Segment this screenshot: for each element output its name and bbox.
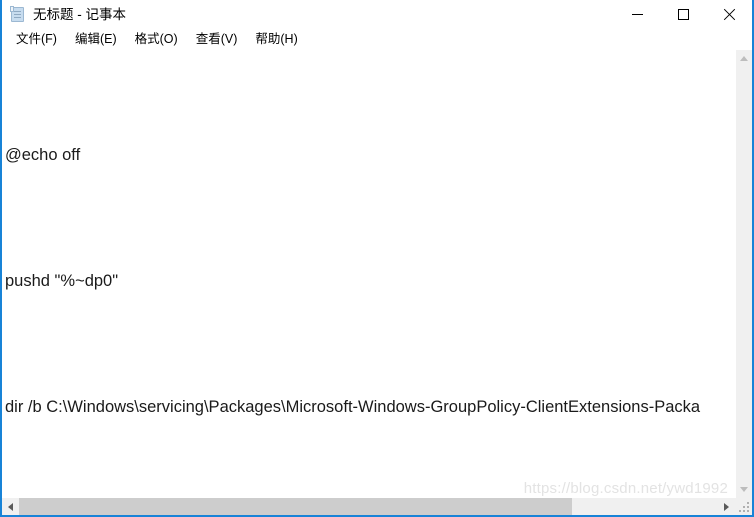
chevron-right-icon (724, 502, 729, 511)
close-button[interactable] (706, 0, 752, 29)
menu-item-help[interactable]: 帮助(H) (246, 29, 306, 50)
scroll-left-button[interactable] (2, 498, 19, 515)
editor-line: @echo off (5, 146, 81, 164)
text-editor-area[interactable]: @echo off pushd "%~dp0" dir /b C:\Window… (2, 50, 735, 498)
title-bar[interactable]: 无标题 - 记事本 (2, 0, 752, 29)
menu-item-file[interactable]: 文件(F) (7, 29, 66, 50)
chevron-left-icon (8, 502, 13, 511)
menu-item-edit[interactable]: 编辑(E) (66, 29, 126, 50)
horizontal-scrollbar[interactable] (2, 498, 735, 515)
chevron-up-icon (740, 56, 748, 61)
minimize-button[interactable] (614, 0, 660, 29)
chevron-down-icon (740, 487, 748, 492)
horizontal-scroll-thumb[interactable] (19, 498, 572, 515)
close-icon (723, 9, 735, 21)
scroll-right-button[interactable] (718, 498, 735, 515)
editor-line: pushd "%~dp0" (5, 272, 119, 290)
maximize-icon (677, 9, 689, 20)
menu-item-view[interactable]: 查看(V) (187, 29, 247, 50)
scroll-down-button[interactable] (736, 481, 752, 498)
editor-line: dir /b C:\Windows\servicing\Packages\Mic… (5, 398, 701, 416)
vertical-scrollbar[interactable] (735, 50, 752, 498)
menu-bar: 文件(F) 编辑(E) 格式(O) 查看(V) 帮助(H) (2, 29, 752, 50)
notepad-window: 无标题 - 记事本 文件(F) 编辑(E) 格式(O) 查看(V) 帮助(H) … (0, 0, 754, 517)
notepad-icon (10, 5, 26, 23)
scroll-up-button[interactable] (736, 50, 752, 67)
maximize-button[interactable] (660, 0, 706, 29)
window-title: 无标题 - 记事本 (33, 7, 126, 22)
menu-item-format[interactable]: 格式(O) (126, 29, 187, 50)
minimize-icon (631, 14, 643, 15)
editor-text[interactable]: @echo off pushd "%~dp0" dir /b C:\Window… (5, 50, 700, 498)
resize-grip[interactable] (735, 498, 752, 515)
